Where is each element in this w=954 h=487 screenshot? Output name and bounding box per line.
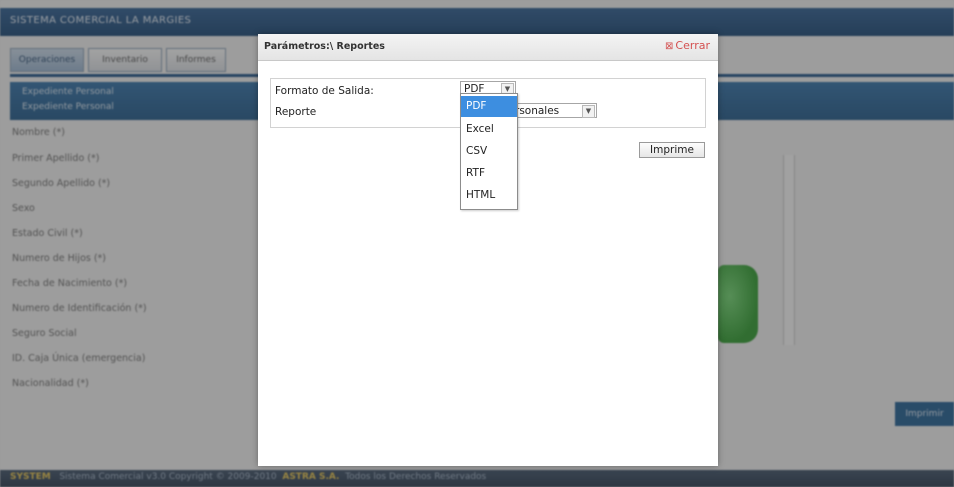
format-dropdown-list: PDF Excel CSV RTF HTML [460, 93, 518, 210]
format-option-rtf[interactable]: RTF [461, 163, 517, 184]
format-option-excel[interactable]: Excel [461, 119, 517, 140]
reports-dialog: Parámetros:\ Reportes ⊠ Cerrar Formato de… [258, 34, 718, 466]
close-x-icon: ⊠ [665, 41, 674, 52]
chevron-down-icon: ▼ [582, 105, 595, 118]
format-option-pdf[interactable]: PDF [461, 96, 517, 117]
print-button[interactable]: Imprime [639, 142, 705, 158]
format-option-html[interactable]: HTML [461, 185, 517, 206]
dialog-header: Parámetros:\ Reportes ⊠ Cerrar [258, 34, 718, 61]
report-select[interactable]: rsonales ▼ [511, 103, 597, 118]
format-label: Formato de Salida: [275, 85, 374, 97]
report-select-value: rsonales [515, 105, 560, 117]
close-label: Cerrar [675, 39, 710, 52]
close-button[interactable]: ⊠ Cerrar [665, 39, 710, 52]
report-label: Reporte [275, 106, 317, 118]
dialog-title: Parámetros:\ Reportes [264, 41, 385, 52]
format-option-csv[interactable]: CSV [461, 141, 517, 162]
